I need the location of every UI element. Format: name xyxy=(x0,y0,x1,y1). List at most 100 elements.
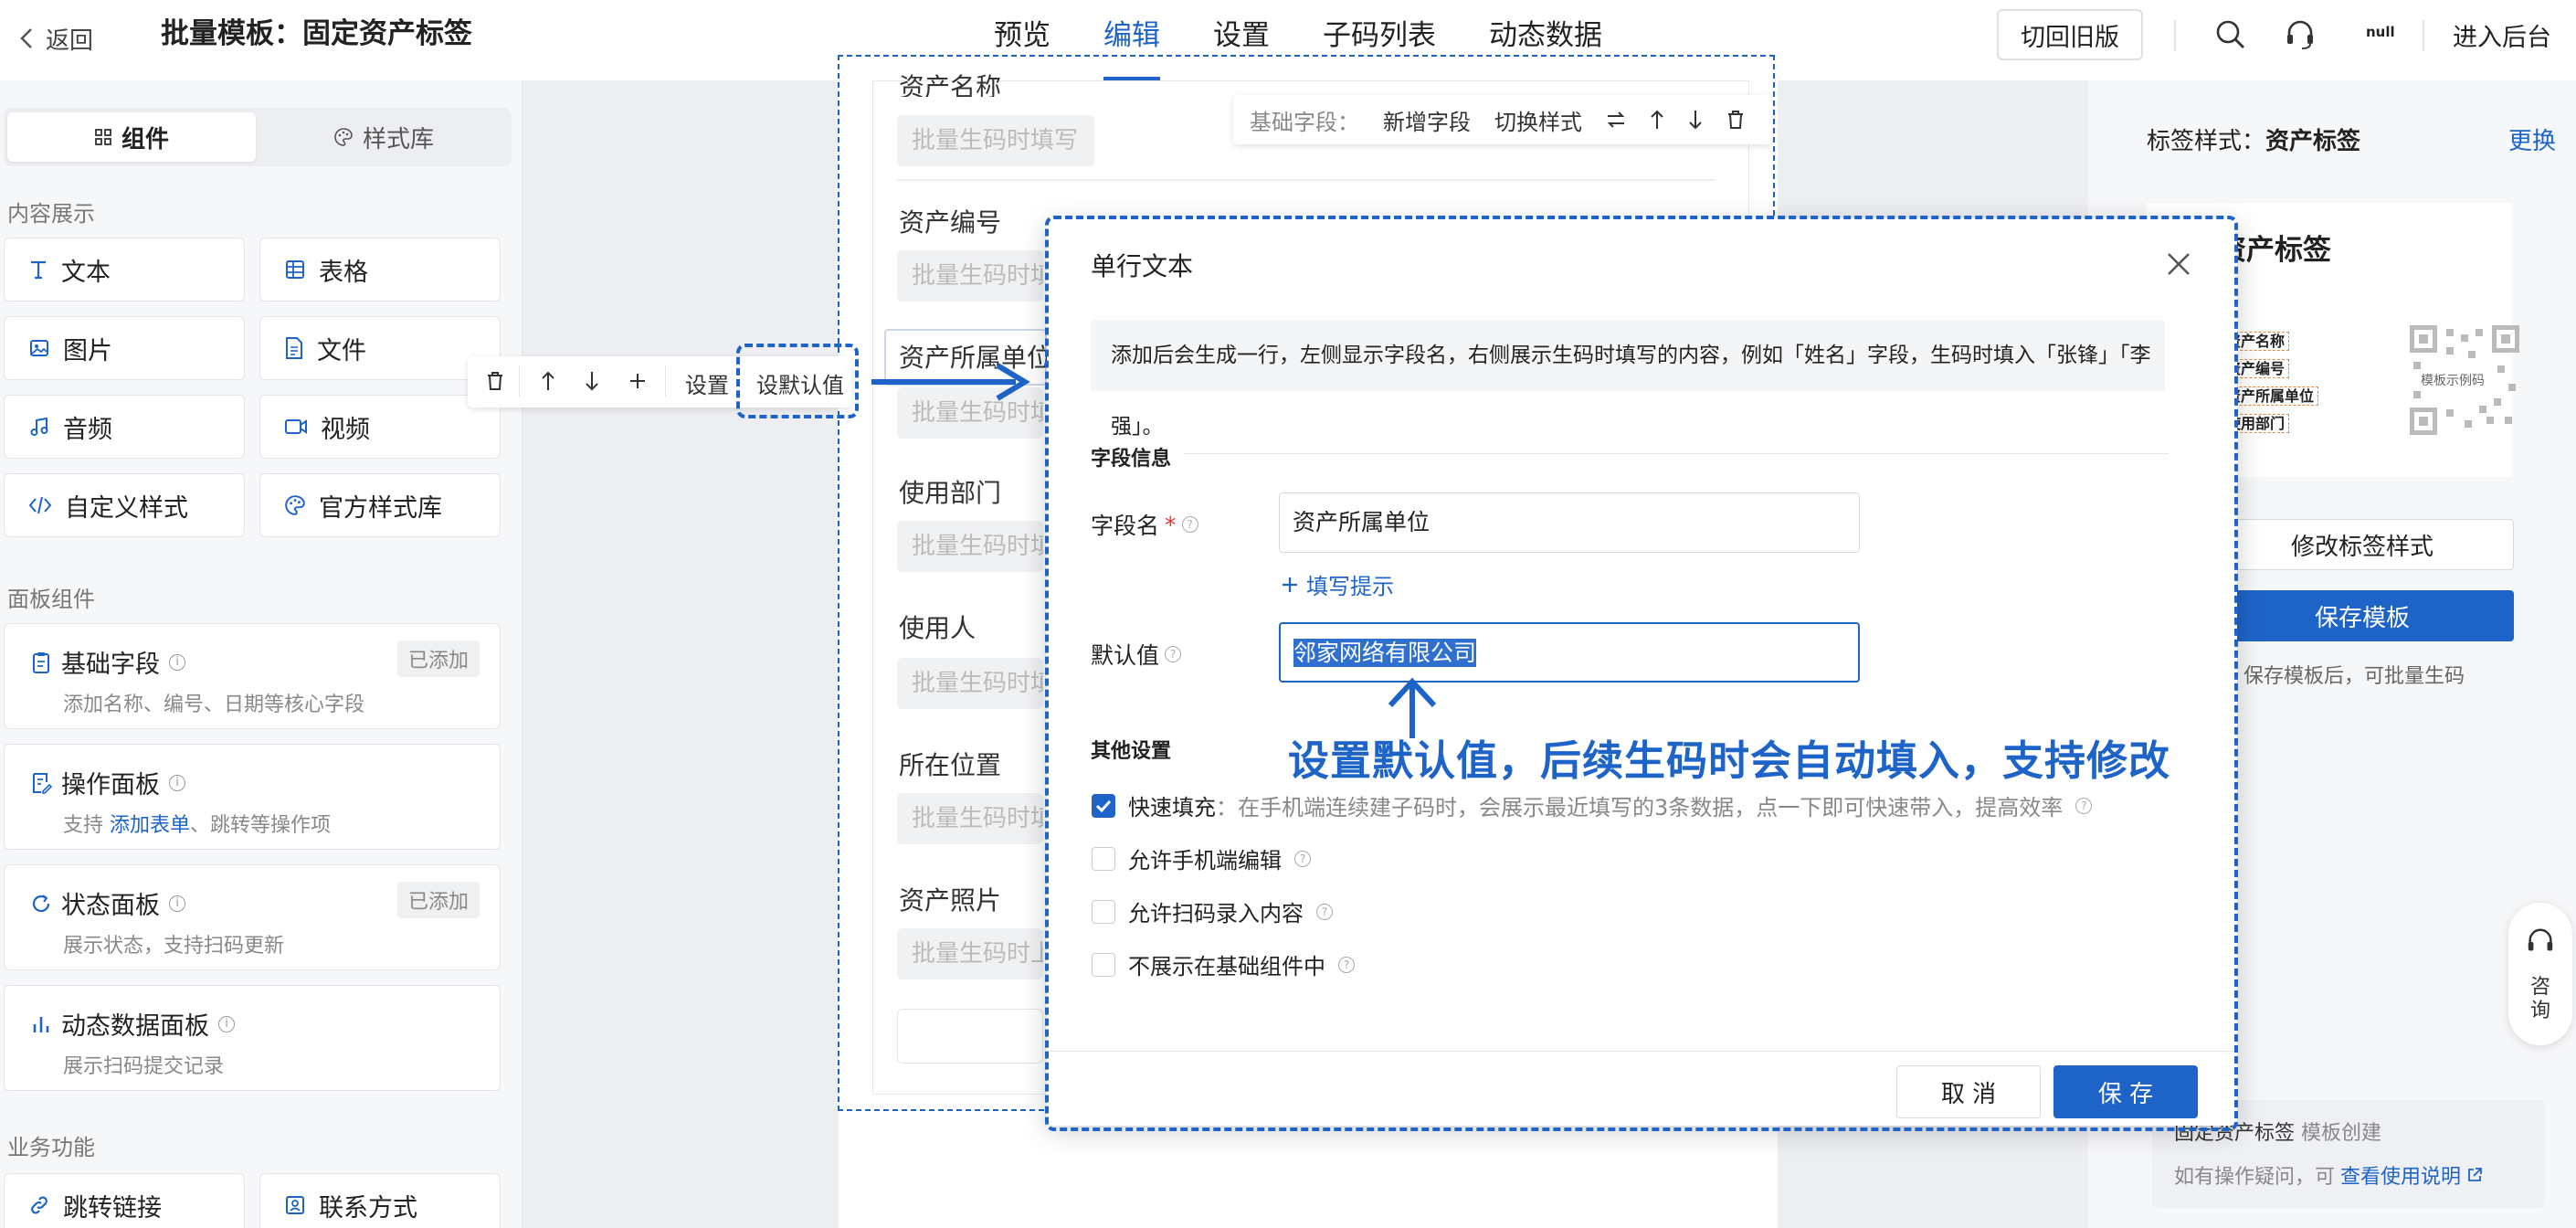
component-table[interactable]: 表格 xyxy=(259,238,501,302)
annotation-arrow-right-icon xyxy=(871,363,1030,401)
palette-icon xyxy=(334,128,353,146)
toolbar-label: 基础字段： xyxy=(1250,109,1359,135)
field-input-department[interactable]: 批量生码时填写 xyxy=(897,521,1043,572)
tab-components[interactable]: 组件 xyxy=(7,112,256,162)
usage-guide-link[interactable]: 查看使用说明 xyxy=(2340,1160,2461,1190)
bar-chart-icon xyxy=(33,1016,49,1032)
save-template-button[interactable]: 保存模板 xyxy=(2211,590,2514,641)
add-field-placeholder[interactable] xyxy=(897,1009,1043,1064)
toolbar-divider xyxy=(519,365,520,397)
add-form-link[interactable]: 添加表单 xyxy=(110,814,190,837)
panel-operation[interactable]: 操作面板 i 支持 添加表单、跳转等操作项 xyxy=(4,744,501,850)
switch-style-button[interactable]: 切换样式 xyxy=(1494,104,1582,136)
panel-basic-fields[interactable]: 基础字段 i 添加名称、编号、日期等核心字段 已添加 xyxy=(4,623,501,729)
grid-icon xyxy=(95,129,111,145)
field-label-user: 使用人 xyxy=(899,613,977,643)
field-label-asset-name: 资产名称 xyxy=(899,72,1002,97)
component-table-label: 表格 xyxy=(319,258,368,287)
field-label-asset-photo: 资产照片 xyxy=(899,885,1002,916)
panel-status[interactable]: 状态面板 i 展示状态，支持扫码更新 已添加 xyxy=(4,864,501,970)
headset-icon xyxy=(2528,928,2553,951)
arrow-up-icon[interactable] xyxy=(541,371,555,391)
back-button[interactable]: 返回 xyxy=(20,20,93,57)
trash-icon[interactable] xyxy=(1726,110,1745,130)
swap-icon[interactable] xyxy=(1606,111,1626,129)
field-label-department: 使用部门 xyxy=(899,478,1002,508)
tab-style-library-label: 样式库 xyxy=(362,125,434,154)
label-style-title: 标签样式：资产标签 xyxy=(2147,122,2360,156)
panel-dynamic-data-desc: 展示扫码提交记录 xyxy=(63,1055,225,1078)
headset-icon[interactable] xyxy=(2284,18,2317,51)
save-template-hint: 保存模板后，可批量生码 xyxy=(2243,665,2465,688)
search-icon[interactable] xyxy=(2214,18,2247,51)
label-style-prefix: 标签样式： xyxy=(2147,128,2266,155)
field-input-asset-name[interactable]: 批量生码时填写 xyxy=(897,115,1094,166)
panel-status-title: 状态面板 xyxy=(61,892,160,920)
annotation-highlight-set-default xyxy=(736,344,859,418)
header-divider-2 xyxy=(2423,20,2424,51)
edit-document-icon xyxy=(33,772,52,794)
component-sidebar: 组件 样式库 内容展示 文本 表格 图片 文件 音频 视频 自定义样式 官方样式… xyxy=(0,80,523,1228)
component-image[interactable]: 图片 xyxy=(4,316,245,380)
plus-icon[interactable] xyxy=(628,372,647,390)
component-link-label: 跳转链接 xyxy=(63,1193,162,1223)
component-text[interactable]: 文本 xyxy=(4,238,245,302)
help-prefix: 如有操作疑问，可 xyxy=(2174,1166,2336,1189)
panel-operation-desc: 支持 添加表单、跳转等操作项 xyxy=(63,809,331,838)
annotation-highlight-modal xyxy=(1045,216,2238,1131)
link-icon xyxy=(31,1196,48,1214)
component-text-label: 文本 xyxy=(61,258,111,287)
field-input-asset-photo[interactable]: 批量生码时上传 xyxy=(897,928,1043,979)
arrow-down-icon[interactable] xyxy=(585,371,599,391)
user-avatar[interactable]: null xyxy=(2366,24,2395,40)
added-badge: 已添加 xyxy=(396,882,480,918)
file-icon xyxy=(286,337,302,359)
clipboard-icon xyxy=(33,651,49,673)
component-audio[interactable]: 音频 xyxy=(4,395,245,459)
code-icon xyxy=(28,496,52,514)
table-icon xyxy=(286,260,304,279)
image-icon xyxy=(30,340,48,356)
desc-suffix: 、跳转等操作项 xyxy=(190,814,332,837)
panel-dynamic-data[interactable]: 动态数据面板 i 展示扫码提交记录 xyxy=(4,985,501,1091)
palette-icon xyxy=(285,495,305,515)
switch-old-version-button[interactable]: 切回旧版 xyxy=(1997,9,2143,60)
add-field-button[interactable]: 新增字段 xyxy=(1383,104,1471,136)
field-input-user[interactable]: 批量生码时填写 xyxy=(897,658,1043,709)
component-link[interactable]: 跳转链接 xyxy=(4,1173,245,1228)
info-icon: i xyxy=(169,895,185,912)
trash-icon[interactable] xyxy=(486,371,504,391)
component-image-label: 图片 xyxy=(63,336,112,365)
component-contact[interactable]: 联系方式 xyxy=(259,1173,501,1228)
component-official-library-label: 官方样式库 xyxy=(319,493,442,523)
header-divider xyxy=(2174,20,2176,51)
field-input-asset-number[interactable]: 批量生码时填写 xyxy=(897,250,1043,302)
component-video[interactable]: 视频 xyxy=(259,395,501,459)
change-style-link[interactable]: 更换 xyxy=(2508,122,2556,156)
info-icon: i xyxy=(218,1015,235,1032)
enter-admin-button[interactable]: 进入后台 xyxy=(2433,9,2571,60)
field-divider xyxy=(897,179,1716,181)
modify-label-style-button[interactable]: 修改标签样式 xyxy=(2211,519,2514,570)
section-business: 业务功能 xyxy=(7,1135,95,1160)
arrow-up-icon[interactable] xyxy=(1650,110,1664,130)
tab-style-library[interactable]: 样式库 xyxy=(259,112,508,162)
external-link-icon[interactable] xyxy=(2466,1167,2483,1183)
template-origin-suffix: 模板创建 xyxy=(2295,1122,2382,1145)
contact-card-icon xyxy=(286,1196,304,1214)
qr-caption: 模板示例码 xyxy=(2419,371,2486,389)
component-file[interactable]: 文件 xyxy=(259,316,501,380)
sidebar-tabs: 组件 样式库 xyxy=(4,108,512,166)
page-title: 批量模板：固定资产标签 xyxy=(161,17,472,50)
music-note-icon xyxy=(30,417,48,436)
consult-float-button[interactable]: 咨询 xyxy=(2508,903,2572,1045)
section-content-display: 内容展示 xyxy=(7,201,95,227)
component-custom-style[interactable]: 自定义样式 xyxy=(4,473,245,537)
field-label-asset-number: 资产编号 xyxy=(899,207,1002,238)
text-icon xyxy=(31,260,46,280)
arrow-down-icon[interactable] xyxy=(1688,110,1703,130)
component-official-library[interactable]: 官方样式库 xyxy=(259,473,501,537)
field-input-location[interactable]: 批量生码时填写 xyxy=(897,793,1043,844)
field-label-location: 所在位置 xyxy=(899,750,1002,780)
field-settings-button[interactable]: 设置 xyxy=(685,367,729,399)
